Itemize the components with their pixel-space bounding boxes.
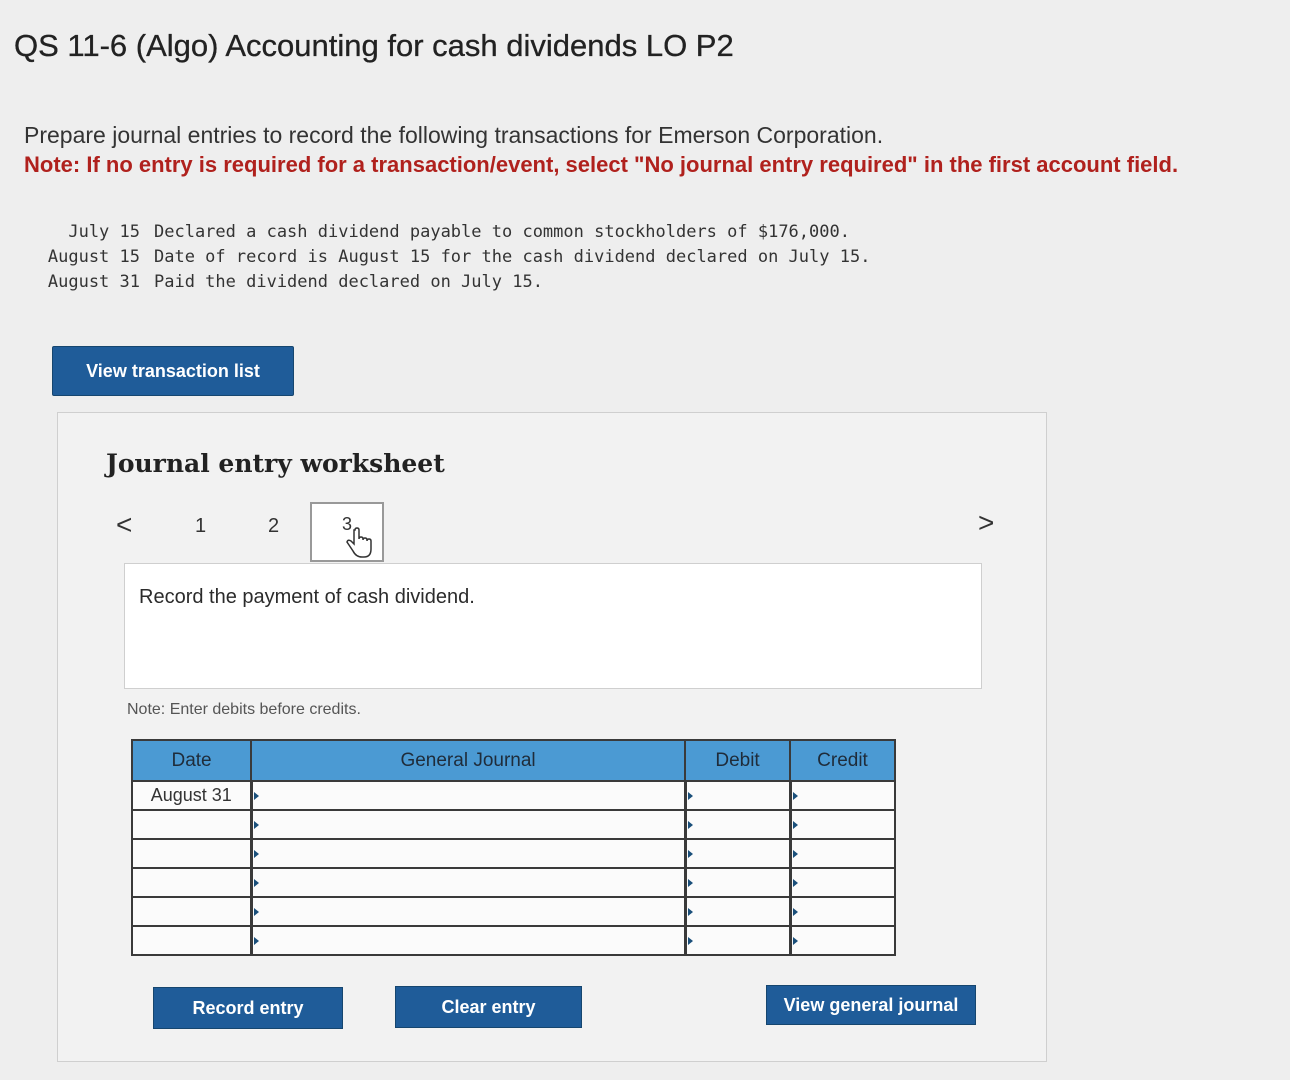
page-title: QS 11-6 (Algo) Accounting for cash divid… — [14, 28, 734, 63]
transaction-list: July 15 Declared a cash dividend payable… — [30, 219, 871, 294]
table-row: August 31 — [130, 780, 896, 811]
date-cell[interactable] — [130, 925, 253, 956]
account-select[interactable] — [249, 896, 687, 927]
journal-entry-worksheet: Journal entry worksheet < 1 2 3 > Record… — [57, 412, 1047, 1062]
dropdown-arrow-icon — [792, 849, 798, 858]
transaction-row: July 15 Declared a cash dividend payable… — [30, 219, 870, 244]
dropdown-arrow-icon — [687, 791, 693, 800]
header-debit: Debit — [684, 739, 791, 782]
transaction-row: August 31 Paid the dividend declared on … — [30, 269, 870, 294]
debit-input[interactable] — [683, 925, 791, 956]
view-general-journal-button[interactable]: View general journal — [766, 985, 976, 1025]
dropdown-arrow-icon — [792, 936, 798, 945]
record-entry-button[interactable]: Record entry — [153, 987, 343, 1029]
entry-description-box: Record the payment of cash dividend. — [124, 563, 982, 689]
credit-input[interactable] — [788, 867, 896, 898]
view-transaction-list-button[interactable]: View transaction list — [52, 346, 294, 396]
credit-input[interactable] — [788, 896, 896, 927]
transaction-text: Declared a cash dividend payable to comm… — [154, 221, 850, 242]
instruction-note: Note: If no entry is required for a tran… — [24, 152, 1179, 177]
entry-description: Record the payment of cash dividend. — [139, 586, 475, 608]
table-row — [130, 867, 896, 898]
next-arrow-icon[interactable]: > — [978, 507, 994, 539]
instruction-text: Prepare journal entries to record the fo… — [24, 122, 884, 148]
date-cell[interactable]: August 31 — [130, 780, 253, 811]
credit-input[interactable] — [788, 838, 896, 869]
account-select[interactable] — [249, 780, 687, 811]
dropdown-arrow-icon — [253, 820, 259, 829]
header-date: Date — [130, 739, 253, 782]
dropdown-arrow-icon — [687, 849, 693, 858]
table-row — [130, 925, 896, 956]
previous-arrow-icon[interactable]: < — [116, 509, 132, 541]
dropdown-arrow-icon — [253, 791, 259, 800]
hand-pointer-icon — [346, 527, 372, 558]
clear-entry-button[interactable]: Clear entry — [395, 986, 582, 1028]
dropdown-arrow-icon — [792, 907, 798, 916]
dropdown-arrow-icon — [253, 878, 259, 887]
account-select[interactable] — [249, 925, 687, 956]
dropdown-arrow-icon — [253, 907, 259, 916]
account-select[interactable] — [249, 867, 687, 898]
dropdown-arrow-icon — [253, 849, 259, 858]
table-row — [130, 809, 896, 840]
date-cell[interactable] — [130, 809, 253, 840]
transaction-text: Date of record is August 15 for the cash… — [154, 246, 871, 267]
transaction-text: Paid the dividend declared on July 15. — [154, 271, 543, 292]
date-cell[interactable] — [130, 896, 253, 927]
table-row — [130, 896, 896, 927]
header-general-journal: General Journal — [250, 739, 687, 782]
table-row — [130, 838, 896, 869]
debit-input[interactable] — [683, 867, 791, 898]
dropdown-arrow-icon — [687, 907, 693, 916]
transaction-date: August 15 — [47, 246, 140, 267]
dropdown-arrow-icon — [687, 878, 693, 887]
dropdown-arrow-icon — [687, 820, 693, 829]
debit-input[interactable] — [683, 838, 791, 869]
dropdown-arrow-icon — [253, 936, 259, 945]
dropdown-arrow-icon — [792, 820, 798, 829]
debit-input[interactable] — [683, 896, 791, 927]
account-select[interactable] — [249, 838, 687, 869]
journal-header-row: Date General Journal Debit Credit — [130, 739, 896, 782]
journal-table: Date General Journal Debit Credit August… — [130, 739, 896, 956]
header-credit: Credit — [789, 739, 896, 782]
transaction-date: July 15 — [68, 221, 140, 242]
debit-credit-note: Note: Enter debits before credits. — [127, 701, 361, 718]
tab-2[interactable]: 2 — [268, 515, 279, 538]
credit-input[interactable] — [788, 925, 896, 956]
worksheet-title: Journal entry worksheet — [106, 449, 445, 478]
debit-input[interactable] — [683, 809, 791, 840]
tab-3[interactable]: 3 — [310, 502, 384, 562]
transaction-date: August 31 — [47, 271, 140, 292]
dropdown-arrow-icon — [792, 878, 798, 887]
account-select[interactable] — [249, 809, 687, 840]
dropdown-arrow-icon — [687, 936, 693, 945]
date-cell[interactable] — [130, 867, 253, 898]
credit-input[interactable] — [788, 809, 896, 840]
date-cell[interactable] — [130, 838, 253, 869]
credit-input[interactable] — [788, 780, 896, 811]
dropdown-arrow-icon — [792, 791, 798, 800]
transaction-row: August 15 Date of record is August 15 fo… — [30, 244, 871, 269]
tab-1[interactable]: 1 — [195, 515, 206, 538]
debit-input[interactable] — [683, 780, 791, 811]
